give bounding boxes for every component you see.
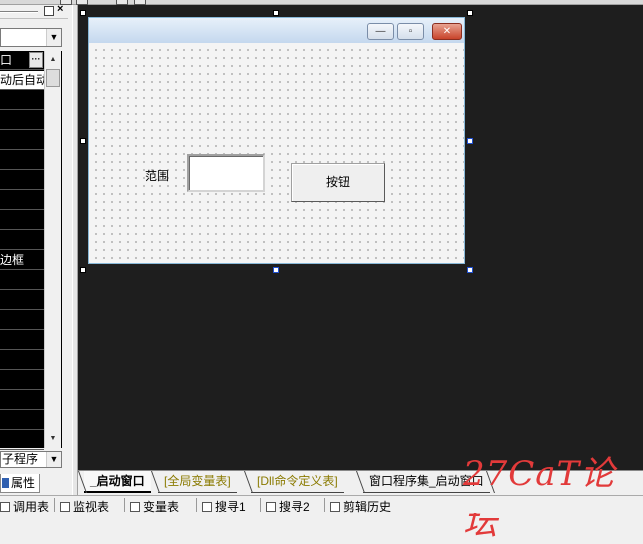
- resize-handle[interactable]: [273, 10, 279, 16]
- resize-handle[interactable]: [80, 10, 86, 16]
- tab-properties[interactable]: 属性: [0, 474, 40, 493]
- designed-window[interactable]: — ▫ ✕ 范围 按钮: [88, 17, 465, 264]
- tab-startup-window[interactable]: _启动窗口: [84, 471, 151, 493]
- tool-label: 剪辑历史: [343, 500, 392, 514]
- property-grid-scrollbar[interactable]: ▲ ▼: [44, 51, 61, 448]
- scroll-up-icon[interactable]: ▲: [46, 53, 60, 67]
- property-row[interactable]: [0, 171, 44, 190]
- tool-watch-table[interactable]: 监视表: [60, 496, 122, 514]
- divider: [260, 498, 261, 512]
- maximize-button[interactable]: ▫: [397, 23, 424, 40]
- property-row[interactable]: [0, 271, 44, 290]
- close-icon[interactable]: ×: [57, 3, 63, 15]
- tool-label: 搜寻2: [279, 500, 310, 514]
- tool-variable-table[interactable]: 变量表: [130, 496, 194, 514]
- push-button[interactable]: 按钮: [291, 163, 385, 202]
- property-row[interactable]: [0, 351, 44, 370]
- property-row[interactable]: [0, 111, 44, 130]
- tool-label: 变量表: [143, 500, 180, 514]
- property-row[interactable]: 边框: [0, 251, 44, 270]
- divider: [324, 498, 325, 512]
- property-row[interactable]: [0, 151, 44, 170]
- resize-handle[interactable]: [467, 267, 473, 273]
- event-selector-dropdown[interactable]: 子程序 ▼: [0, 451, 62, 468]
- property-grid-rows: 口动后自动 边框: [0, 51, 44, 450]
- property-row[interactable]: [0, 391, 44, 410]
- divider: [196, 498, 197, 512]
- tool-clip-history[interactable]: 剪辑历史: [330, 496, 406, 514]
- window-client-area[interactable]: 范围 按钮: [89, 43, 464, 263]
- chevron-down-icon[interactable]: ▼: [46, 452, 61, 467]
- property-row[interactable]: [0, 211, 44, 230]
- property-row[interactable]: [0, 91, 44, 110]
- property-row[interactable]: [0, 371, 44, 390]
- property-row[interactable]: [0, 191, 44, 210]
- bottom-toolbar: 调用表 监视表 变量表 搜寻1 搜寻2 剪辑历史: [0, 495, 643, 514]
- divider: [54, 498, 55, 512]
- tool-label: 监视表: [73, 500, 110, 514]
- panel-grip[interactable]: [0, 11, 38, 13]
- window-title-bar[interactable]: — ▫ ✕: [89, 18, 464, 43]
- tool-label: 搜寻1: [215, 500, 246, 514]
- property-row[interactable]: [0, 131, 44, 150]
- text-edit-box[interactable]: [187, 154, 265, 192]
- resize-handle[interactable]: [467, 10, 473, 16]
- tab-global-variables[interactable]: [全局变量表]: [158, 471, 237, 493]
- ellipsis-button[interactable]: ···: [29, 52, 43, 68]
- chevron-down-icon[interactable]: ▼: [46, 29, 61, 46]
- scroll-thumb[interactable]: [46, 69, 60, 87]
- property-row[interactable]: [0, 291, 44, 310]
- divider: [124, 498, 125, 512]
- resize-handle[interactable]: [273, 267, 279, 273]
- minimize-button[interactable]: —: [367, 23, 394, 40]
- call-table-icon: [0, 502, 10, 512]
- properties-icon: [2, 478, 9, 488]
- property-row[interactable]: [0, 311, 44, 330]
- tool-search-1[interactable]: 搜寻1: [202, 496, 258, 514]
- tool-search-2[interactable]: 搜寻2: [266, 496, 322, 514]
- resize-handle[interactable]: [467, 138, 473, 144]
- search-icon: [202, 502, 212, 512]
- tab-dll-commands[interactable]: [Dll命令定义表]: [251, 471, 344, 493]
- property-row[interactable]: [0, 331, 44, 350]
- property-row[interactable]: [0, 231, 44, 250]
- tool-call-table[interactable]: 调用表: [0, 496, 52, 514]
- scroll-down-icon[interactable]: ▼: [46, 432, 60, 446]
- property-row[interactable]: [0, 431, 44, 450]
- search-icon: [266, 502, 276, 512]
- tab-properties-label: 属性: [11, 476, 36, 490]
- property-grid: 口动后自动 边框 ··· ▲ ▼: [0, 51, 62, 450]
- resize-handle[interactable]: [80, 138, 86, 144]
- resize-handle[interactable]: [80, 267, 86, 273]
- object-selector-dropdown[interactable]: ▼: [0, 28, 62, 47]
- search-icon: [60, 502, 70, 512]
- variable-icon: [130, 502, 140, 512]
- property-row[interactable]: 动后自动: [0, 71, 44, 90]
- range-label[interactable]: 范围: [145, 167, 169, 184]
- close-button[interactable]: ✕: [432, 23, 462, 40]
- tool-label: 调用表: [13, 500, 50, 514]
- property-panel-header: ×: [0, 3, 68, 19]
- clipboard-icon: [330, 502, 340, 512]
- pin-icon[interactable]: [44, 6, 54, 16]
- event-selector-value: 子程序: [2, 452, 39, 466]
- property-row[interactable]: [0, 411, 44, 430]
